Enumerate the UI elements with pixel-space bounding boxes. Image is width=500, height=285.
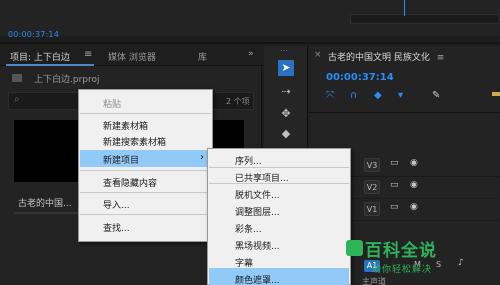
submenu-item-offline-file[interactable]: 脱机文件... [235,188,280,201]
menu-separator [209,183,349,184]
menu-item-new-item[interactable]: 新建项目 [103,153,139,166]
menu-separator [80,192,211,193]
submenu-item-black-video[interactable]: 黑场视频... [235,239,280,252]
track-label[interactable]: V3 [364,158,380,172]
sequence-tab-title[interactable]: 古老的中国文明 民族文化 ≡ [328,50,444,63]
sync-lock-icon[interactable]: ▭ [390,158,399,168]
panel-menu-icon[interactable]: ≡ [84,49,92,60]
sync-lock-icon[interactable]: ▭ [390,202,399,212]
submenu-arrow-icon: › [200,152,204,163]
menu-item-new-bin[interactable]: 新建素材箱 [103,119,148,132]
menu-separator [80,113,211,114]
submenu-item-sequence[interactable]: 序列... [235,154,262,167]
program-timecode[interactable]: 00:00:37:14 [8,30,59,39]
master-track-label: 主声道 [362,277,386,285]
ripple-edit-icon[interactable]: ✥ [278,106,294,122]
menu-item-import[interactable]: 导入... [103,198,130,211]
eye-icon[interactable]: ◉ [410,158,418,168]
search-icon: ⌕ [14,94,20,105]
wrench-icon[interactable]: ✎ [432,90,440,101]
menu-highlight [80,150,211,167]
work-area-bar[interactable] [492,92,500,96]
watermark-subtitle: 助你轻松解决 [372,265,433,275]
project-file-icon [12,74,22,82]
menu-separator [80,214,211,215]
track-label[interactable]: V1 [364,202,380,216]
menu-separator [80,170,211,171]
sync-lock-icon[interactable]: ▭ [390,180,399,190]
tab-overflow-icon[interactable]: » [248,49,254,59]
watermark-title: 百科全说 [365,241,437,261]
eye-icon[interactable]: ◉ [410,202,418,212]
menu-item-new-search-bin[interactable]: 新建搜索素材箱 [103,135,166,148]
linked-selection-icon[interactable]: ◆ [374,90,382,101]
sequence-timecode[interactable]: 00:00:37:14 [326,72,394,83]
snap-icon[interactable]: ∩ [350,90,357,101]
menu-item-view-hidden[interactable]: 查看隐藏内容 [103,176,157,189]
submenu-item-bars-and-tone[interactable]: 彩条... [235,222,262,235]
selection-tool-icon[interactable]: ➤ [278,60,294,76]
microphone-icon[interactable]: ♪ [458,258,464,268]
menu-separator [209,167,349,168]
zoom-scroll-bar[interactable] [350,14,500,24]
clip-name-label: 古老的中国... [18,199,72,209]
add-marker-icon[interactable]: ▾ [398,90,403,101]
razor-icon[interactable]: ◆ [278,126,294,142]
item-count: 2 个项 [226,97,250,106]
submenu-item-color-matte[interactable]: 颜色遮罩... [235,273,280,285]
project-file-name: 上下白边.prproj [34,75,100,85]
tab-library[interactable]: 库 [198,50,207,63]
playhead-marker[interactable] [404,0,405,16]
tab-media-browser[interactable]: 媒体 浏览器 [108,50,156,63]
nest-icon[interactable]: ⤧ [326,90,334,101]
sequence-title[interactable]: 古老的中国文明 民族文化 [328,53,430,63]
watermark-logo-icon [346,240,363,256]
active-tab-indicator [6,64,94,66]
eye-icon[interactable]: ◉ [410,180,418,190]
panel-grip-icon[interactable]: ⋯ [280,46,288,55]
track-label[interactable]: V2 [364,180,380,194]
menu-item-find[interactable]: 查找... [103,221,130,234]
sequence-menu-icon[interactable]: ≡ [437,53,445,63]
timeline-divider [309,112,500,113]
solo-button[interactable]: S [436,260,441,269]
submenu-item-adjustment-layer[interactable]: 调整图层... [235,205,280,218]
close-icon[interactable]: × [314,50,322,60]
tab-project[interactable]: 项目: 上下白边 [10,50,70,63]
track-select-icon[interactable]: ⇢ [278,84,294,100]
menu-item-paste[interactable]: 粘贴 [103,97,121,110]
scrub-bar[interactable] [0,42,500,44]
